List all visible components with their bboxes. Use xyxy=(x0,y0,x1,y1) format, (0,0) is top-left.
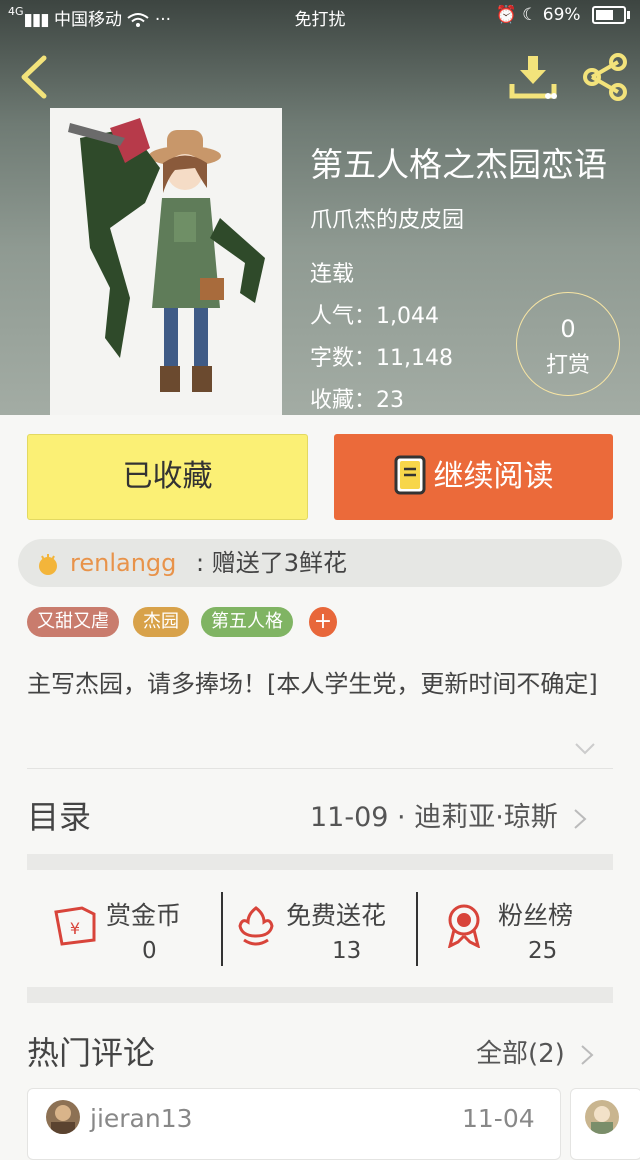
book-description: 主写杰园，请多捧场！[本人学生党，更新时间不确定] xyxy=(27,670,598,698)
reward-coin-icon: ¥ xyxy=(54,906,96,946)
chevron-right-icon xyxy=(574,808,587,829)
tag-item[interactable]: 第五人格 xyxy=(201,607,293,637)
status-right: ⏰ ☾ 69% xyxy=(495,5,630,25)
section-band xyxy=(27,987,613,1003)
tag-item[interactable]: 杰园 xyxy=(133,607,189,637)
fan-rank[interactable]: 粉丝榜 25 xyxy=(430,882,613,972)
fan-rank-label: 粉丝榜 xyxy=(498,901,574,930)
avatar-image xyxy=(51,1105,75,1134)
continue-reading-button[interactable]: 继续阅读 xyxy=(334,434,613,520)
book-cover[interactable] xyxy=(50,108,282,415)
avatar[interactable] xyxy=(585,1100,619,1134)
tip-button[interactable]: 0 打赏 xyxy=(516,292,620,396)
word-count-stat: 字数：11,148 xyxy=(310,346,453,371)
all-comments-label: 全部(2) xyxy=(476,1039,565,1069)
svg-text:¥: ¥ xyxy=(70,919,80,938)
reward-coin-value: 0 xyxy=(142,938,157,964)
book-header: 4G▮▮▮ 中国移动 ··· 免打扰 ⏰ ☾ 69% 第五人格之杰园恋语 爪爪杰… xyxy=(0,0,640,415)
toc-latest-text: 11-09 · 迪莉亚·琼斯 xyxy=(310,802,558,833)
download-icon xyxy=(509,56,557,99)
cover-illustration xyxy=(50,108,282,415)
gift-banner[interactable]: renlangg : 赠送了3鲜花 xyxy=(18,539,622,587)
chevron-right-icon xyxy=(581,1044,594,1065)
collected-button[interactable]: 已收藏 xyxy=(27,434,308,520)
medal-icon xyxy=(447,904,481,948)
moon-icon: ☾ xyxy=(522,5,538,25)
book-title: 第五人格之杰园恋语 xyxy=(310,145,607,184)
book-icon xyxy=(394,455,425,494)
flower-icon xyxy=(238,906,274,946)
popularity-stat: 人气：1,044 xyxy=(310,304,439,329)
chevron-down-icon[interactable] xyxy=(574,742,596,756)
flower-label: 免费送花 xyxy=(286,901,387,930)
toc-latest-chapter: 11-09 · 迪莉亚·琼斯 xyxy=(310,795,588,834)
reward-coin-rank[interactable]: ¥ 赏金币 0 xyxy=(40,882,220,972)
gift-user[interactable]: renlangg xyxy=(70,539,176,587)
rank-separator xyxy=(221,892,223,966)
avatar-image xyxy=(591,1106,613,1134)
toc-label: 目录 xyxy=(27,798,92,836)
flower-value: 13 xyxy=(332,938,362,964)
all-comments-link[interactable]: 全部(2) xyxy=(476,1033,595,1070)
flower-rank[interactable]: 免费送花 13 xyxy=(230,882,416,972)
favorites-stat: 收藏：23 xyxy=(310,388,404,413)
clap-icon xyxy=(39,554,57,575)
alarm-icon: ⏰ xyxy=(495,5,517,25)
add-tag-button[interactable]: + xyxy=(309,607,337,637)
status-bar: 4G▮▮▮ 中国移动 ··· 免打扰 ⏰ ☾ 69% xyxy=(0,0,640,32)
hot-comments-title: 热门评论 xyxy=(27,1034,156,1072)
book-status: 连载 xyxy=(310,262,355,287)
download-button[interactable] xyxy=(508,54,558,100)
section-band xyxy=(27,854,613,870)
reward-coin-label: 赏金币 xyxy=(106,901,182,930)
tip-count: 0 xyxy=(560,315,576,343)
tip-label: 打赏 xyxy=(545,353,590,378)
divider xyxy=(27,768,613,769)
avatar[interactable] xyxy=(46,1100,80,1134)
share-button[interactable] xyxy=(580,52,630,102)
chevron-left-icon xyxy=(21,55,47,99)
continue-reading-label: 继续阅读 xyxy=(433,459,554,494)
comment-username[interactable]: jieran13 xyxy=(90,1104,193,1133)
book-author[interactable]: 爪爪杰的皮皮园 xyxy=(310,202,464,234)
comment-date: 11-04 xyxy=(462,1104,535,1133)
tag-item[interactable]: 又甜又虐 xyxy=(27,607,119,637)
battery-icon xyxy=(592,6,630,24)
back-button[interactable] xyxy=(14,52,58,102)
fan-rank-value: 25 xyxy=(528,938,558,964)
battery-level: 69% xyxy=(542,5,581,25)
share-icon xyxy=(583,53,627,101)
gift-message: : 赠送了3鲜花 xyxy=(196,549,347,577)
rank-separator xyxy=(416,892,418,966)
